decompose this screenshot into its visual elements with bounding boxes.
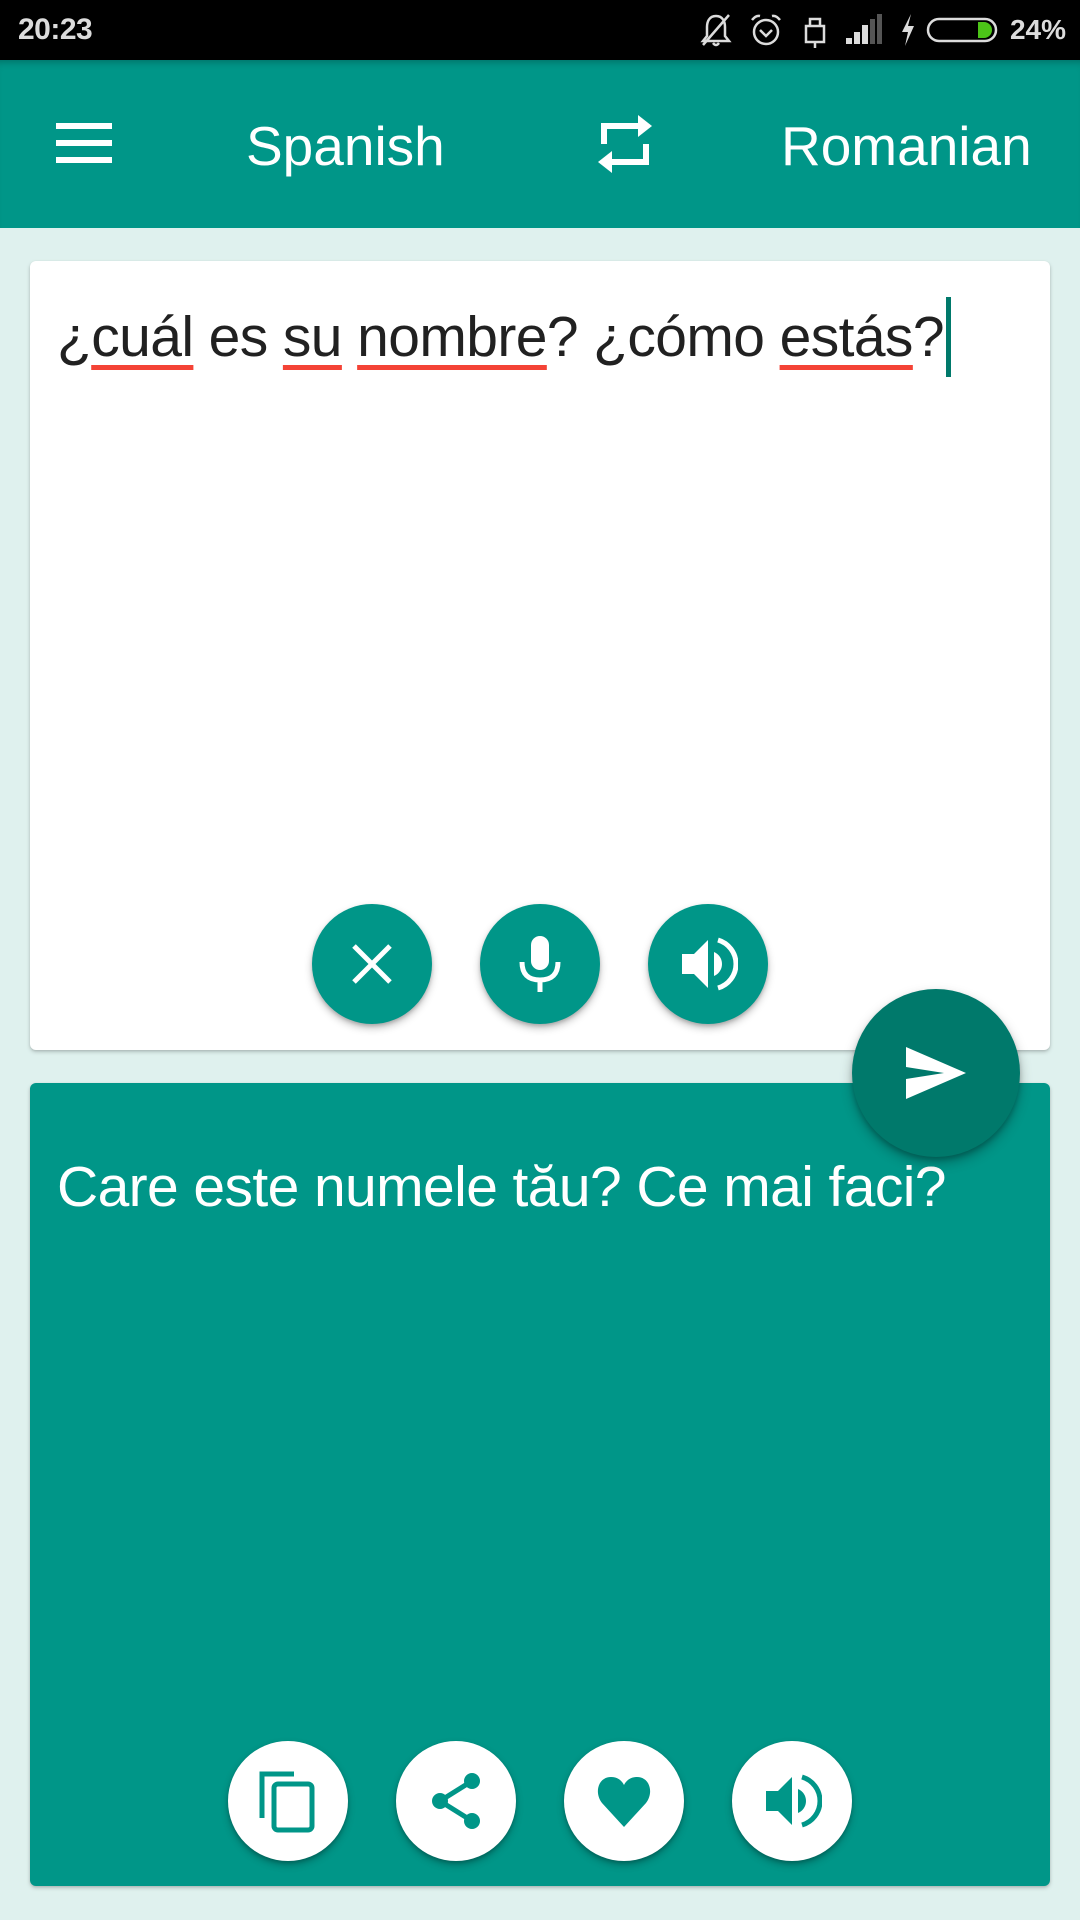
copy-button[interactable] bbox=[228, 1741, 348, 1861]
text-segment bbox=[342, 305, 357, 369]
microphone-icon bbox=[519, 936, 561, 992]
send-icon bbox=[906, 1047, 966, 1099]
alarm-icon bbox=[750, 14, 781, 46]
favorite-button[interactable] bbox=[564, 1741, 684, 1861]
text-segment: es bbox=[193, 305, 283, 369]
voice-input-button[interactable] bbox=[480, 904, 600, 1024]
misspelled-word[interactable]: nombre bbox=[357, 305, 547, 369]
text-segment: ¿ bbox=[57, 305, 92, 369]
swap-languages-button[interactable] bbox=[590, 110, 660, 178]
heart-icon bbox=[597, 1777, 651, 1827]
translate-send-button[interactable] bbox=[852, 989, 1020, 1157]
share-icon bbox=[432, 1773, 480, 1829]
misspelled-word[interactable]: estás bbox=[780, 305, 914, 369]
clear-button[interactable] bbox=[312, 904, 432, 1024]
target-language-selector[interactable]: Romanian bbox=[781, 116, 1032, 176]
close-icon bbox=[352, 944, 392, 984]
notifications-off-icon bbox=[700, 14, 732, 47]
battery-percent: 24% bbox=[1009, 14, 1066, 45]
speak-translation-button[interactable] bbox=[732, 1741, 852, 1861]
share-button[interactable] bbox=[396, 1741, 516, 1861]
copy-icon bbox=[259, 1771, 315, 1833]
source-text-input[interactable]: ¿cuál es su nombre? ¿cómo estás? bbox=[57, 297, 1030, 377]
usb-lock-icon bbox=[804, 17, 826, 48]
app-toolbar: Spanish Romanian bbox=[0, 60, 1080, 228]
volume-icon bbox=[682, 937, 738, 991]
signal-icon bbox=[845, 14, 882, 44]
translation-card: Care este numele tău? Ce mai faci? bbox=[30, 1083, 1050, 1886]
misspelled-word[interactable]: su bbox=[283, 305, 343, 369]
translation-text: Care este numele tău? Ce mai faci? bbox=[57, 1155, 947, 1219]
battery-icon bbox=[926, 17, 998, 43]
source-text-card: ¿cuál es su nombre? ¿cómo estás? bbox=[30, 261, 1050, 1050]
hamburger-menu-icon bbox=[56, 123, 112, 163]
charging-bolt-icon bbox=[901, 14, 914, 46]
menu-button[interactable] bbox=[50, 117, 118, 169]
swap-languages-icon bbox=[598, 115, 652, 173]
status-bar: 20:23 24% bbox=[0, 0, 1080, 60]
volume-icon bbox=[766, 1774, 822, 1828]
misspelled-word[interactable]: cuál bbox=[91, 305, 194, 369]
status-icons: 24% bbox=[696, 0, 1066, 60]
status-time: 20:23 bbox=[18, 13, 93, 46]
text-segment: ? ¿cómo bbox=[546, 305, 780, 369]
source-language-selector[interactable]: Spanish bbox=[246, 116, 445, 176]
text-cursor bbox=[945, 297, 951, 377]
text-segment: ? bbox=[912, 305, 945, 369]
speak-source-button[interactable] bbox=[648, 904, 768, 1024]
